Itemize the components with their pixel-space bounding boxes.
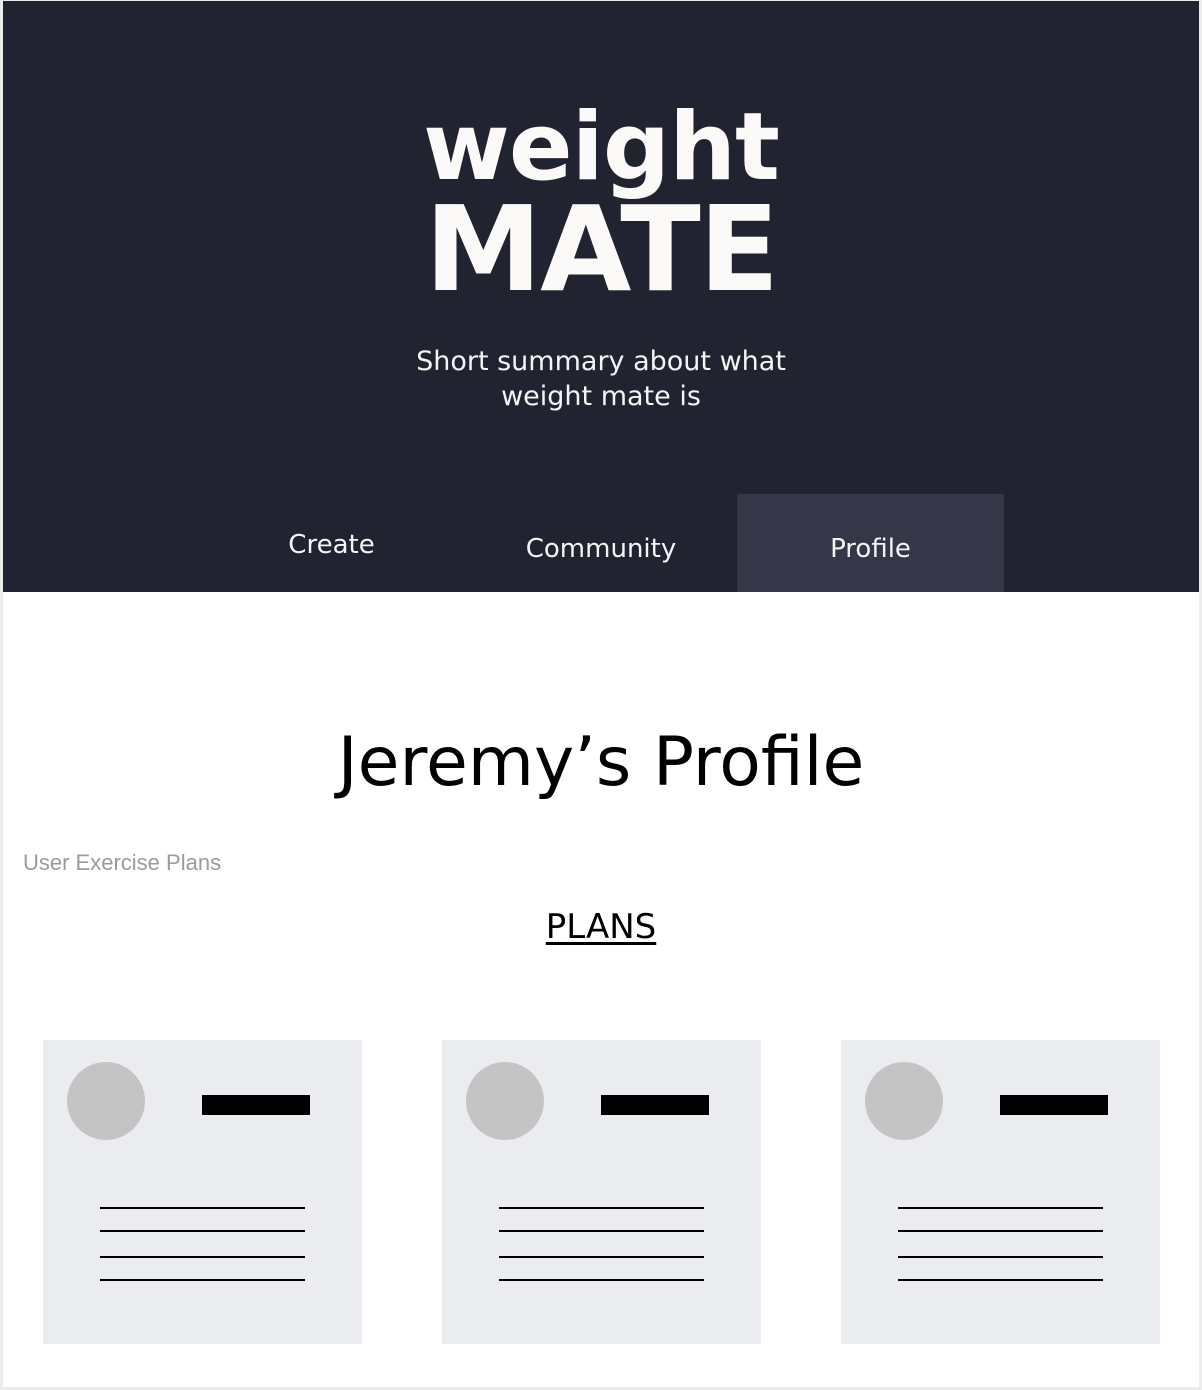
section-label: User Exercise Plans — [23, 850, 222, 875]
nav-profile[interactable]: Profile — [737, 494, 1004, 592]
site-summary: Short summary about what weight mate is — [416, 346, 786, 412]
text-line-placeholder — [100, 1256, 305, 1258]
nav-create[interactable]: Create — [198, 494, 465, 592]
plan-card[interactable] — [841, 1040, 1160, 1344]
text-line-placeholder — [499, 1279, 704, 1281]
logo-mate[interactable]: MATE — [3, 189, 1199, 309]
plan-card[interactable] — [43, 1040, 362, 1344]
plan-title-placeholder — [1000, 1095, 1108, 1115]
text-line-placeholder — [100, 1230, 305, 1232]
plan-avatar — [865, 1062, 943, 1140]
nav-profile-label: Profile — [830, 534, 911, 564]
text-line-placeholder — [898, 1230, 1103, 1232]
text-line-placeholder — [499, 1256, 704, 1258]
plan-title-placeholder — [601, 1095, 709, 1115]
text-line-placeholder — [898, 1207, 1103, 1209]
plan-card[interactable] — [442, 1040, 761, 1344]
plans-heading[interactable]: PLANS — [3, 907, 1199, 947]
plan-avatar — [67, 1062, 145, 1140]
text-line-placeholder — [898, 1279, 1103, 1281]
text-line-placeholder — [100, 1279, 305, 1281]
plan-title-placeholder — [202, 1095, 310, 1115]
site-header: weight MATE Short summary about what wei… — [3, 1, 1199, 592]
plan-avatar — [466, 1062, 544, 1140]
text-line-placeholder — [898, 1256, 1103, 1258]
text-line-placeholder — [100, 1207, 305, 1209]
text-line-placeholder — [499, 1230, 704, 1232]
nav-community[interactable]: Community — [467, 494, 735, 592]
page-frame: weight MATE Short summary about what wei… — [3, 1, 1199, 1387]
text-line-placeholder — [499, 1207, 704, 1209]
nav-create-label: Create — [288, 530, 375, 560]
page-title: Jeremy’s Profile — [337, 723, 865, 802]
nav-community-label: Community — [525, 534, 677, 564]
